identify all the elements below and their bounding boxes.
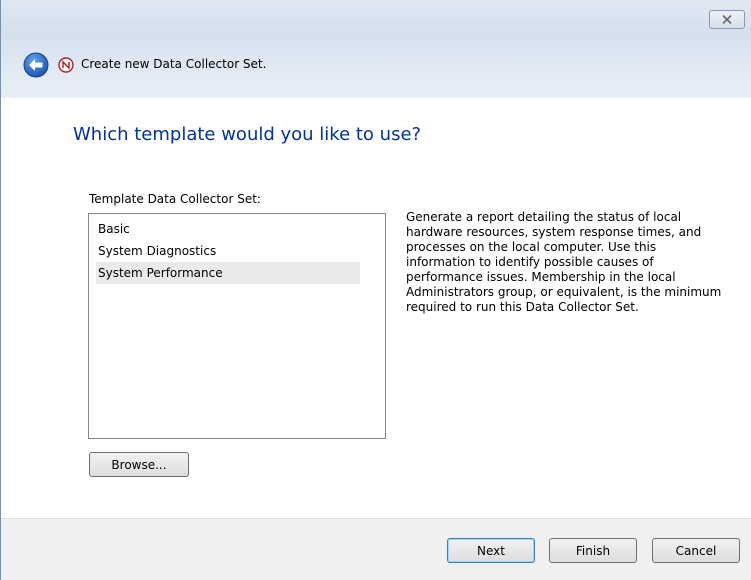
wizard-window: Create new Data Collector Set. Which tem… — [0, 0, 751, 580]
finish-button[interactable]: Finish — [549, 538, 637, 563]
template-item-system-diagnostics[interactable]: System Diagnostics — [96, 240, 360, 262]
cancel-button[interactable]: Cancel — [652, 538, 740, 563]
list-item-label: System Performance — [98, 266, 223, 280]
close-button[interactable] — [709, 10, 745, 29]
browse-button[interactable]: Browse... — [89, 452, 189, 477]
template-item-system-performance[interactable]: System Performance — [96, 262, 360, 284]
next-button[interactable]: Next — [447, 538, 535, 563]
back-button[interactable] — [23, 52, 49, 78]
data-collector-icon — [58, 57, 74, 73]
template-list-label: Template Data Collector Set: — [89, 192, 261, 206]
wizard-title: Create new Data Collector Set. — [81, 57, 267, 71]
template-description: Generate a report detailing the status o… — [406, 210, 722, 314]
wizard-footer — [1, 518, 751, 580]
title-bar — [1, 0, 751, 40]
page-heading: Which template would you like to use? — [73, 124, 422, 145]
list-item-label: Basic — [98, 222, 130, 236]
back-arrow-icon — [23, 52, 49, 78]
template-item-basic[interactable]: Basic — [96, 218, 360, 240]
template-listbox[interactable]: Basic System Diagnostics System Performa… — [88, 213, 386, 439]
list-item-label: System Diagnostics — [98, 244, 217, 258]
close-icon — [722, 15, 732, 24]
